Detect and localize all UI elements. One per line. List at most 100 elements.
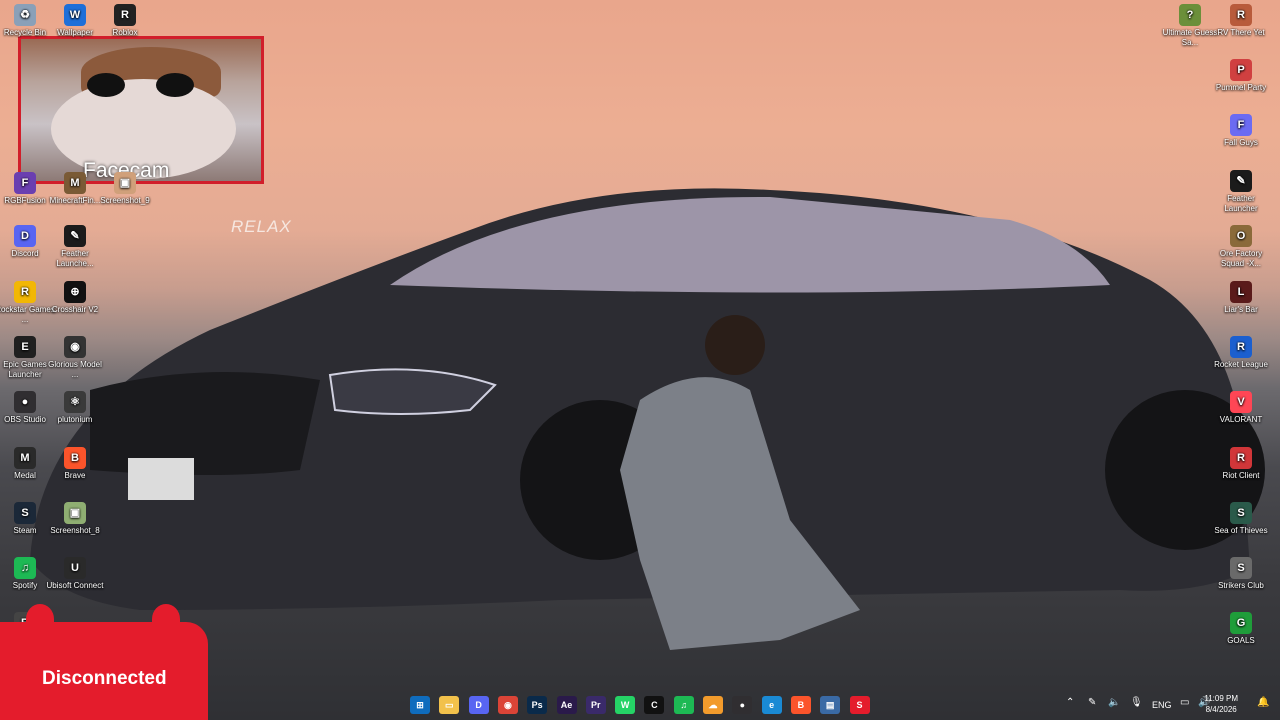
edge-icon[interactable]: e [761, 696, 782, 714]
cloud-app-icon[interactable]: ☁ [703, 696, 723, 714]
medal-icon: M [14, 447, 36, 469]
desktop-icon-label: Glorious Model ... [48, 360, 102, 379]
mouse-icon: ◉ [64, 336, 86, 358]
clock-date: 8/4/2026 [1205, 705, 1237, 714]
spotify-icon: ♫ [14, 557, 36, 579]
desktop-icon-label: Screenshot_9 [100, 196, 150, 205]
desktop-icon-label: Fall Guys [1224, 138, 1258, 147]
recycle-bin-icon: ♻ [14, 4, 36, 26]
desktop-icon-left-9[interactable]: ⊕ Crosshair V2 [44, 281, 106, 315]
ubisoft-icon: U [64, 557, 86, 579]
strikers-icon: S [1230, 557, 1252, 579]
desktop-icon-right-5[interactable]: O Ore Factory Squad -X... [1210, 225, 1272, 269]
ore-icon: O [1230, 225, 1252, 247]
roblox-icon: R [114, 4, 136, 26]
desktop-icon-label: plutonium [57, 415, 93, 424]
desktop-icon-label: Ubisoft Connect [46, 581, 104, 590]
pummel-icon: P [1230, 59, 1252, 81]
desktop-icon-right-4[interactable]: ✎ Feather Launcher [1210, 170, 1272, 214]
desktop-icon-label: Rocket League [1214, 360, 1268, 369]
image-icon: ▣ [114, 172, 136, 194]
steam-icon: S [14, 502, 36, 524]
desktop-icon-right-6[interactable]: L Liar's Bar [1210, 281, 1272, 315]
desktop-icon-label: Pummel Party [1215, 83, 1267, 92]
windows-start-icon[interactable]: ⊞ [410, 696, 430, 714]
desktop-icon-label: Screenshot_8 [50, 526, 100, 535]
desktop-icon-label: Ore Factory Squad -X... [1219, 249, 1263, 268]
desktop-icon-left-11[interactable]: ◉ Glorious Model ... [44, 336, 106, 380]
premiere-icon[interactable]: Pr [585, 696, 606, 714]
desktop-icon-label: Sea of Thieves [1214, 526, 1268, 535]
desktop-icon-left-19[interactable]: U Ubisoft Connect [44, 557, 106, 591]
guess-icon: ? [1179, 4, 1201, 26]
network-icon[interactable]: ▭ [1180, 697, 1189, 708]
desktop-icon-label: Liar's Bar [1224, 305, 1258, 314]
disconnected-text: Disconnected [42, 668, 167, 689]
facecam-overlay: Facecam [18, 36, 264, 184]
app-icon[interactable]: ▤ [820, 696, 841, 714]
rocketleague-icon: R [1230, 336, 1252, 358]
image-icon: ▣ [64, 502, 86, 524]
desktop-icon-right-10[interactable]: S Sea of Thieves [1210, 502, 1272, 536]
streamlabs-icon[interactable]: S [849, 696, 870, 714]
volume-icon[interactable]: 🔈 [1108, 697, 1120, 708]
obs-icon[interactable]: ● [732, 696, 753, 714]
desktop-icon-left-2[interactable]: R Roblox [94, 4, 156, 38]
desktop-icon-right-11[interactable]: S Strikers Club [1210, 557, 1272, 591]
goals-icon: G [1230, 612, 1252, 634]
riot-icon: R [1230, 447, 1252, 469]
desktop-icon-right-12[interactable]: G GOALS [1210, 612, 1272, 646]
liarsbar-icon: L [1230, 281, 1252, 303]
microphone-icon[interactable]: 🎙 [1130, 697, 1143, 708]
after-effects-icon[interactable]: Ae [556, 696, 577, 714]
capcut-icon[interactable]: C [644, 696, 665, 714]
plutonium-icon: ⚛ [64, 391, 86, 413]
relax-text: RELAX [231, 217, 292, 236]
desktop-icon-label: Feather Launche... [56, 249, 94, 268]
seaofthieves-icon: S [1230, 502, 1252, 524]
valorant-icon: V [1230, 391, 1252, 413]
pen-icon[interactable]: ✎ [1088, 697, 1096, 708]
desktop-icon-label: RV There Yet [1217, 28, 1265, 37]
brave-icon[interactable]: B [790, 696, 811, 714]
desktop-icon-label: GOALS [1227, 636, 1255, 645]
spotify-icon[interactable]: ♫ [673, 696, 694, 714]
desktop-icon-label: Brave [64, 471, 86, 480]
obs-icon: ● [14, 391, 36, 413]
desktop-icon-right-1[interactable]: R RV There Yet [1210, 4, 1272, 38]
epic-icon: E [14, 336, 36, 358]
minecraft-icon: M [64, 172, 86, 194]
brave-icon: B [64, 447, 86, 469]
language-indicator[interactable]: ENG [1152, 700, 1172, 710]
discord-icon[interactable]: D [468, 696, 489, 714]
desktop-icon-left-15[interactable]: B Brave [44, 447, 106, 481]
desktop-icon-left-13[interactable]: ⚛ plutonium [44, 391, 106, 425]
desktop-icon-left-5[interactable]: ▣ Screenshot_9 [94, 172, 156, 206]
whatsapp-icon[interactable]: W [615, 696, 636, 714]
desktop-icon-label: Crosshair V2 [51, 305, 99, 314]
feather-icon: ✎ [64, 225, 86, 247]
notification-bell-icon[interactable]: 🔔 [1257, 697, 1269, 708]
desktop-icon-right-8[interactable]: V VALORANT [1210, 391, 1272, 425]
desktop-icon-label: Strikers Club [1218, 581, 1264, 590]
desktop-icon-left-17[interactable]: ▣ Screenshot_8 [44, 502, 106, 536]
desktop-icon-right-9[interactable]: R Riot Client [1210, 447, 1272, 481]
file-explorer-icon[interactable]: ▭ [439, 696, 460, 714]
desktop-icon-label: Roblox [112, 28, 138, 37]
rv-icon: R [1230, 4, 1252, 26]
fallguys-icon: F [1230, 114, 1252, 136]
feather-icon: ✎ [1230, 170, 1252, 192]
chevron-up-icon[interactable]: ⌃ [1066, 697, 1074, 708]
rgbfusion-icon: F [14, 172, 36, 194]
chrome-icon[interactable]: ◉ [497, 696, 518, 714]
desktop-icon-label: VALORANT [1219, 415, 1263, 424]
photoshop-icon[interactable]: Ps [527, 696, 548, 714]
desktop-icon-right-3[interactable]: F Fall Guys [1210, 114, 1272, 148]
desktop-icon-right-7[interactable]: R Rocket League [1210, 336, 1272, 370]
clock-time: 11:09 PM [1204, 694, 1238, 703]
desktop-icon-left-7[interactable]: ✎ Feather Launche... [44, 225, 106, 269]
desktop-icon-right-2[interactable]: P Pummel Party [1210, 59, 1272, 93]
desktop-icon-label: Feather Launcher [1224, 194, 1258, 213]
system-clock[interactable]: 11:09 PM 8/4/2026 [1204, 693, 1238, 715]
crosshair-icon: ⊕ [64, 281, 86, 303]
